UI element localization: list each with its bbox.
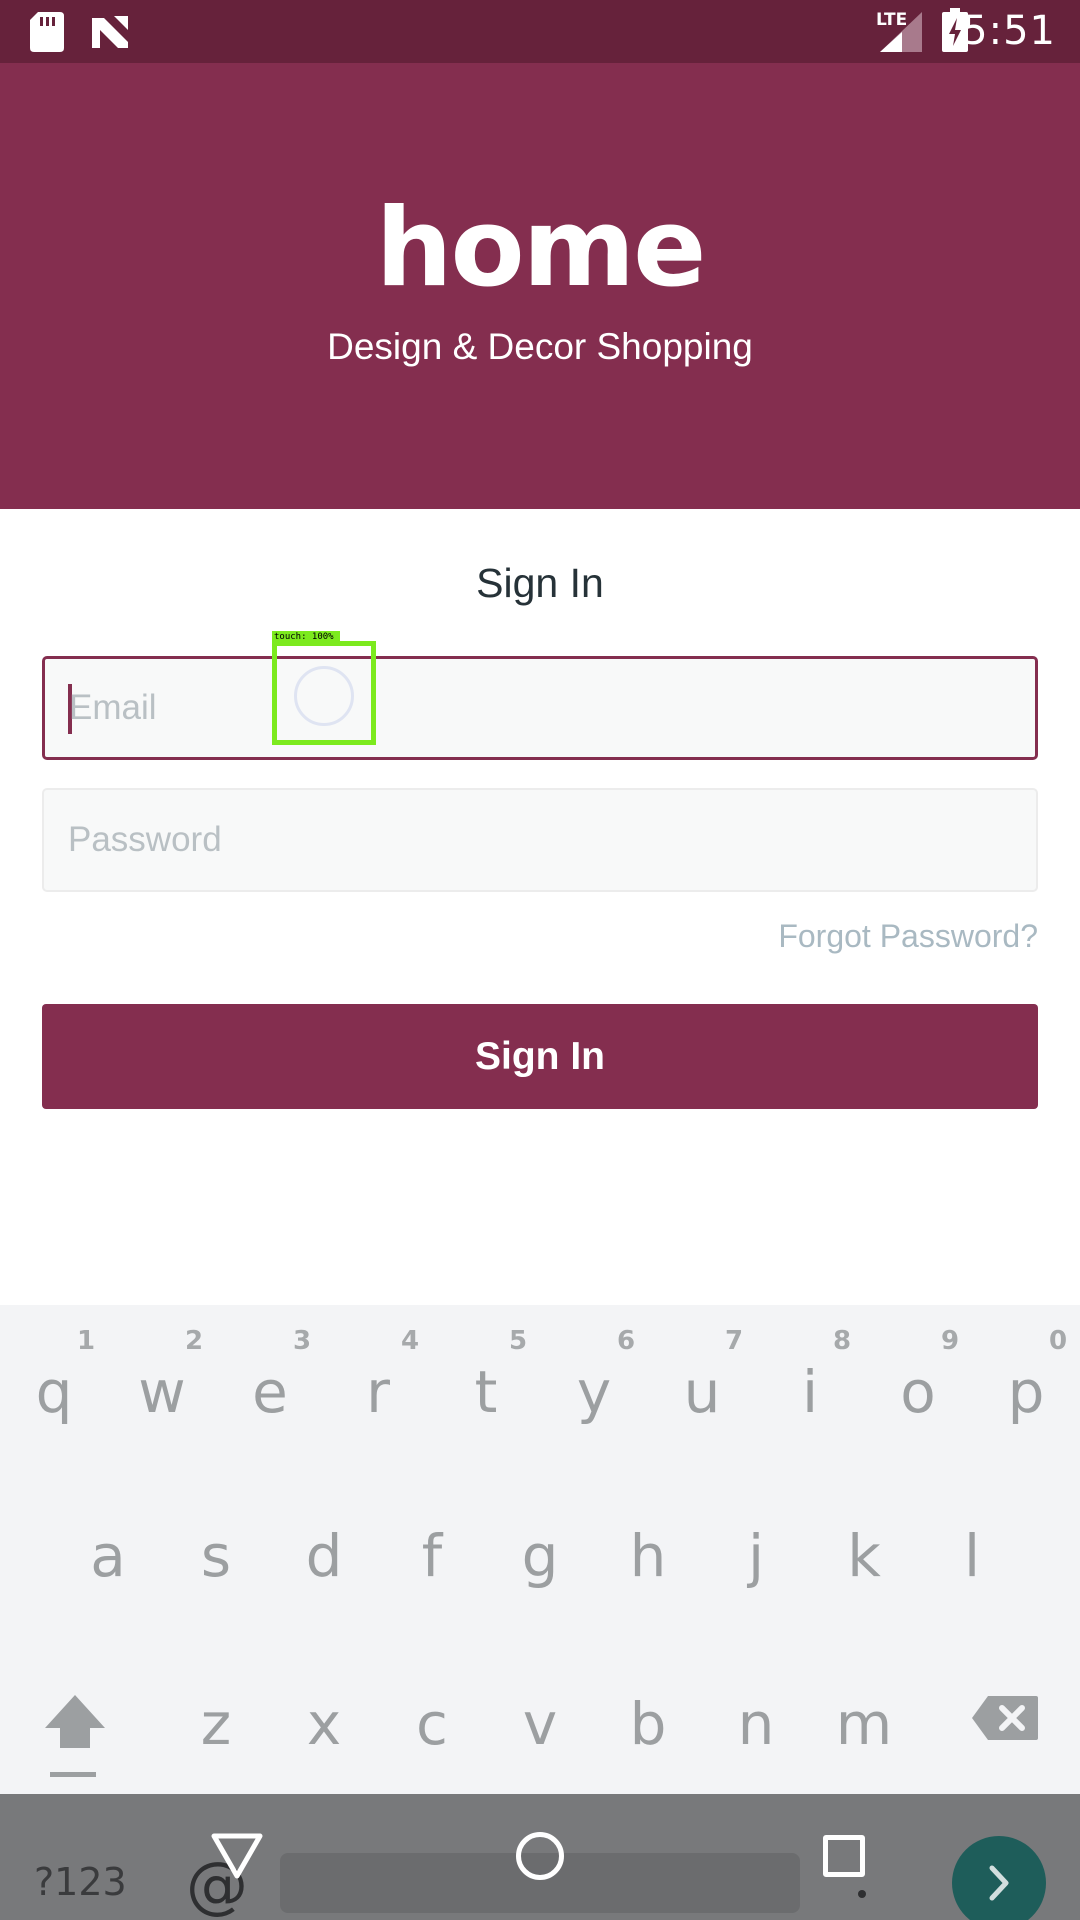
n-notification-icon — [92, 16, 128, 48]
key-z[interactable]: z — [166, 1690, 266, 1758]
key-hint-0: 0 — [1048, 1326, 1068, 1356]
key-s[interactable]: s — [166, 1522, 266, 1590]
key-hint-6: 6 — [616, 1326, 636, 1356]
key-l[interactable]: l — [922, 1522, 1022, 1590]
key-hint-7: 7 — [724, 1326, 744, 1356]
key-v[interactable]: v — [490, 1690, 590, 1758]
key-c[interactable]: c — [382, 1690, 482, 1758]
key-u[interactable]: u — [652, 1358, 752, 1426]
status-bar: LTE 5:51 — [0, 0, 1080, 63]
key-hint-1: 1 — [76, 1326, 96, 1356]
key-d[interactable]: d — [274, 1522, 374, 1590]
page-title: Sign In — [476, 560, 604, 606]
key-n[interactable]: n — [706, 1690, 806, 1758]
key-i[interactable]: i — [760, 1358, 860, 1426]
key-hint-4: 4 — [400, 1326, 420, 1356]
key-t[interactable]: t — [436, 1358, 536, 1426]
sd-card-icon — [30, 12, 64, 52]
key-r[interactable]: r — [328, 1358, 428, 1426]
password-field[interactable] — [42, 788, 1038, 892]
email-field[interactable] — [42, 656, 1038, 760]
symbols-key[interactable]: ?123 — [34, 1860, 127, 1904]
forgot-password-link[interactable]: Forgot Password? — [778, 918, 1038, 955]
key-hint-8: 8 — [832, 1326, 852, 1356]
backspace-key-icon[interactable] — [970, 1693, 1040, 1743]
password-input[interactable] — [68, 790, 1008, 890]
key-hint-3: 3 — [292, 1326, 312, 1356]
period-key[interactable] — [858, 1890, 866, 1898]
key-e[interactable]: e — [220, 1358, 320, 1426]
go-key[interactable] — [952, 1836, 1046, 1920]
key-o[interactable]: o — [868, 1358, 968, 1426]
key-h[interactable]: h — [598, 1522, 698, 1590]
home-logo: home — [375, 186, 707, 311]
shift-key-icon[interactable] — [40, 1690, 110, 1780]
lte-signal-icon — [880, 12, 922, 52]
key-y[interactable]: y — [544, 1358, 644, 1426]
key-f[interactable]: f — [382, 1522, 482, 1590]
key-a[interactable]: a — [58, 1522, 158, 1590]
chevron-right-icon — [989, 1865, 1009, 1901]
back-nav-icon[interactable] — [210, 1832, 264, 1880]
key-m[interactable]: m — [814, 1690, 914, 1758]
tagline: Design & Decor Shopping — [327, 326, 753, 367]
key-w[interactable]: w — [112, 1358, 212, 1426]
touch-ripple — [294, 666, 354, 726]
key-b[interactable]: b — [598, 1690, 698, 1758]
key-hint-5: 5 — [508, 1326, 528, 1356]
key-q[interactable]: q — [4, 1358, 104, 1426]
home-nav-icon[interactable] — [516, 1832, 564, 1880]
key-j[interactable]: j — [706, 1522, 806, 1590]
key-hint-2: 2 — [184, 1326, 204, 1356]
key-hint-9: 9 — [940, 1326, 960, 1356]
key-k[interactable]: k — [814, 1522, 914, 1590]
status-time: 5:51 — [962, 8, 1056, 54]
key-x[interactable]: x — [274, 1690, 374, 1758]
key-p[interactable]: p — [976, 1358, 1076, 1426]
recents-nav-icon[interactable] — [823, 1835, 865, 1877]
brand-header: home Design & Decor Shopping — [0, 63, 1080, 509]
key-g[interactable]: g — [490, 1522, 590, 1590]
email-input[interactable] — [69, 659, 1009, 757]
sign-in-button[interactable]: Sign In — [42, 1004, 1038, 1109]
